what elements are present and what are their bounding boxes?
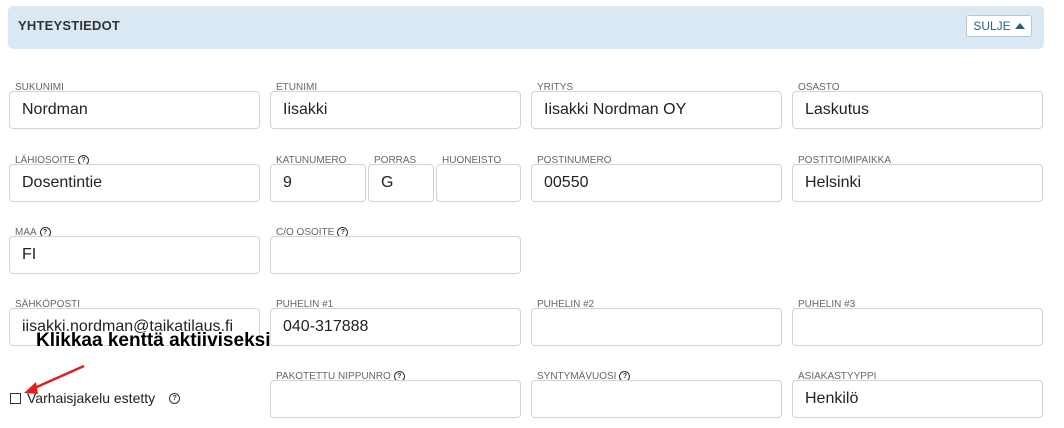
section-title: YHTEYSTIEDOT [18, 18, 121, 33]
yritys-input[interactable]: Iisakki Nordman OY [531, 91, 782, 129]
co-osoite-input[interactable] [270, 236, 521, 274]
annotation-text: Klikkaa kenttä aktiiviseksi [36, 330, 271, 351]
puhelin2-input[interactable] [531, 308, 782, 346]
help-icon[interactable]: ? [169, 392, 181, 404]
etunimi-input[interactable]: Iisakki [270, 91, 521, 129]
close-section-button[interactable]: SULJE [966, 15, 1032, 37]
caret-up-icon [1014, 23, 1025, 29]
katunumero-input[interactable]: 9 [270, 164, 366, 202]
osasto-input[interactable]: Laskutus [792, 91, 1043, 129]
postitoimipaikka-input[interactable]: Helsinki [792, 164, 1043, 202]
puhelin3-input[interactable] [792, 308, 1043, 346]
annotation-arrow-icon [24, 364, 85, 394]
lahiosoite-input[interactable]: Dosentintie [9, 164, 260, 202]
huoneisto-input[interactable] [436, 164, 521, 202]
porras-input[interactable]: G [368, 164, 434, 202]
asiakastyyppi-input[interactable]: Henkilö [792, 380, 1043, 418]
syntymavuosi-input[interactable] [531, 380, 782, 418]
maa-input[interactable]: FI [9, 236, 260, 274]
close-button-label: SULJE [973, 19, 1011, 33]
sukunimi-input[interactable]: Nordman [9, 91, 260, 129]
pakotettu-nippunro-input[interactable] [270, 380, 521, 418]
puhelin1-input[interactable]: 040-317888 [270, 308, 521, 346]
postinumero-input[interactable]: 00550 [531, 164, 782, 202]
section-header: YHTEYSTIEDOT SULJE [8, 6, 1044, 49]
